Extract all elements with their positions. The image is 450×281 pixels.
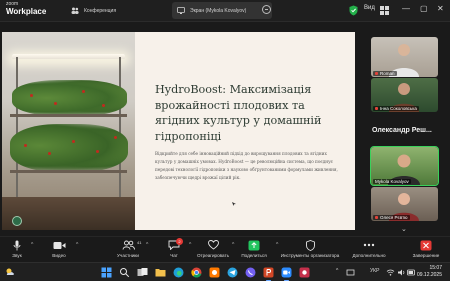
muted-mic-icon xyxy=(375,216,378,220)
start-windows-icon[interactable] xyxy=(101,267,112,278)
people-icon xyxy=(71,7,79,14)
wifi-icon[interactable] xyxy=(386,268,395,277)
mouse-cursor-icon xyxy=(232,202,236,206)
heart-icon xyxy=(207,239,219,251)
video-options-chevron-icon[interactable]: ^ xyxy=(76,242,78,248)
share-button[interactable]: Поделиться xyxy=(224,239,284,258)
search-icon[interactable] xyxy=(119,267,130,278)
participant-name: Олеся Рєвтю xyxy=(373,215,410,220)
network-icon[interactable] xyxy=(346,268,355,277)
tab-conference[interactable]: Конференция xyxy=(66,2,166,19)
tray-chevron-icon[interactable]: ^ xyxy=(336,268,338,274)
powerpoint-icon[interactable] xyxy=(263,267,274,278)
muted-mic-icon xyxy=(375,72,378,76)
host-tools-button[interactable]: Инструменты организатора xyxy=(280,239,340,258)
tab-conference-label: Конференция xyxy=(84,7,117,14)
plants-upper xyxy=(12,80,127,116)
participant-name: Інна Соколовська xyxy=(373,106,419,111)
microphone-icon xyxy=(13,239,21,251)
clock-time: 15:07 xyxy=(429,265,442,271)
app-icon[interactable] xyxy=(299,267,310,278)
share-screen-icon xyxy=(248,239,260,251)
view-menu-label[interactable]: Вид xyxy=(364,5,375,11)
participant-name: Roman xyxy=(373,71,397,76)
camera-icon xyxy=(53,239,66,251)
slide-body: Відкрийте для себе інноваційний підхід д… xyxy=(155,151,338,180)
participants-count: 41 xyxy=(137,240,142,245)
task-view-icon[interactable] xyxy=(137,267,148,278)
participant-tile-olesya[interactable]: Олеся Рєвтю xyxy=(371,187,438,221)
system-clock[interactable]: 15:07 09.12.2025 xyxy=(416,265,442,279)
edge-browser-icon[interactable] xyxy=(173,267,184,278)
chrome-browser-icon[interactable] xyxy=(191,267,202,278)
view-grid-icon[interactable] xyxy=(379,5,390,16)
hydroponic-photo xyxy=(2,32,135,230)
participant-tile-roman[interactable]: Roman xyxy=(371,37,438,77)
shared-screen: HydroBoost: Максимізація врожайності пло… xyxy=(2,32,355,230)
participant-tile-inna[interactable]: Інна Соколовська xyxy=(371,78,438,112)
language-indicator[interactable]: УКР xyxy=(370,268,379,274)
plants-lower xyxy=(10,124,128,172)
security-shield-icon[interactable] xyxy=(349,5,358,16)
video-button[interactable]: Видео xyxy=(29,239,89,258)
presentation-slide: HydroBoost: Максимізація врожайності пло… xyxy=(135,32,355,230)
shield-icon xyxy=(305,239,315,251)
leave-x-icon xyxy=(420,239,432,251)
active-speaker-name: Олександр Реш... xyxy=(372,127,432,134)
tab-shared-screen[interactable]: Экран (Mykola Kovalyov) xyxy=(172,2,272,19)
minimize-share-icon[interactable] xyxy=(262,5,271,14)
window-minimize-icon[interactable]: — xyxy=(402,4,410,13)
screen-icon xyxy=(177,7,185,14)
telegram-icon[interactable] xyxy=(227,267,238,278)
tab-screen-label: Экран (Mykola Kovalyov) xyxy=(190,7,247,14)
clock-date: 09.12.2025 xyxy=(416,272,442,278)
windows-taskbar: ^ УКР 15:07 09.12.2025 xyxy=(0,262,450,281)
participant-tile-mykola[interactable]: Mykola Kovalyov xyxy=(370,146,439,186)
volume-icon[interactable] xyxy=(397,268,406,277)
zoom-logo: zoom Workplace xyxy=(6,2,46,16)
share-options-chevron-icon[interactable]: ^ xyxy=(276,242,278,248)
battery-icon[interactable] xyxy=(407,268,416,277)
meeting-controls: Звук ^ Видео ^ Участники 41 ^ Чат 2 ^ От… xyxy=(0,236,450,262)
participant-name: Mykola Kovalyov xyxy=(373,179,411,184)
weather-icon[interactable] xyxy=(5,267,15,277)
title-bar: zoom Workplace Конференция Экран (Mykola… xyxy=(0,0,450,22)
grow-lamp xyxy=(12,54,125,59)
app-icon[interactable] xyxy=(209,267,220,278)
slide-title: HydroBoost: Максимізація врожайності пло… xyxy=(155,83,322,143)
leaf-badge-icon xyxy=(12,216,22,226)
leave-button[interactable]: Завершение xyxy=(396,239,450,258)
more-button[interactable]: Дополнительно xyxy=(339,239,399,258)
window-maximize-icon[interactable]: ▢ xyxy=(420,4,428,13)
zoom-app-icon[interactable] xyxy=(281,267,292,278)
scroll-down-icon[interactable]: ⌄ xyxy=(401,225,407,233)
participants-icon xyxy=(122,239,135,251)
file-explorer-icon[interactable] xyxy=(155,267,166,278)
chat-unread-badge: 2 xyxy=(176,238,183,245)
muted-mic-icon xyxy=(375,107,378,111)
window-close-icon[interactable]: ✕ xyxy=(437,4,444,13)
viber-icon[interactable] xyxy=(245,267,256,278)
logo-line-2: Workplace xyxy=(6,7,47,16)
more-dots-icon xyxy=(363,239,375,251)
